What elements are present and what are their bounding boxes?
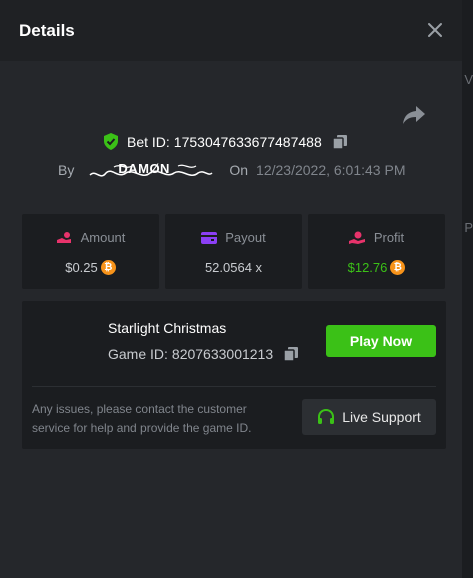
copy-icon[interactable] (331, 134, 348, 150)
verified-shield-icon (104, 133, 118, 150)
play-now-button[interactable]: Play Now (326, 325, 436, 357)
bet-author-row: By DAMØN On 12/23/2022, 6:01:43 PM (58, 160, 405, 180)
stat-label: Payout (225, 230, 266, 245)
username-text: DAMØN (118, 161, 170, 176)
bet-id-row: Bet ID: 1753047633677487488 (103, 133, 348, 150)
bet-details-modal: Details Bet ID: 1753047633677487488 By D… (0, 0, 462, 578)
live-support-button[interactable]: Live Support (302, 399, 436, 435)
game-id-label: Game ID: (108, 346, 168, 362)
bet-date: 12/23/2022, 6:01:43 PM (256, 162, 406, 178)
background-edge-text: P (464, 220, 473, 235)
bet-stats: Amount $0.25 ₿ Payout 52.0564 x Profit $… (22, 214, 445, 289)
copy-icon[interactable] (283, 346, 299, 362)
on-label: On (229, 162, 249, 178)
stat-value: $0.25 (65, 260, 98, 275)
game-card: Starlight Christmas Game ID: 82076330012… (22, 301, 446, 449)
share-icon[interactable] (402, 104, 426, 126)
profit-hand-icon (348, 231, 365, 244)
stat-amount: Amount $0.25 ₿ (22, 214, 159, 289)
bitcoin-icon: ₿ (390, 260, 406, 275)
stat-value: 52.0564 x (204, 260, 263, 275)
stat-profit: Profit $12.76 ₿ (308, 214, 445, 289)
background-edge-text: V (464, 72, 473, 87)
support-text: Any issues, please contact the customer … (32, 402, 252, 435)
wallet-icon (201, 232, 218, 244)
modal-title: Details (19, 21, 75, 40)
stat-label: Amount (80, 230, 126, 245)
bet-id-label: Bet ID: (127, 133, 170, 150)
live-support-label: Live Support (342, 409, 421, 425)
stat-value: $12.76 (347, 260, 388, 275)
stat-label: Profit (373, 230, 405, 245)
bitcoin-icon: ₿ (100, 260, 116, 275)
game-id-row: Game ID: 8207633001213 (108, 346, 299, 362)
game-name: Starlight Christmas (108, 320, 227, 336)
bet-id-value: 1753047633677487488 (173, 133, 322, 150)
username[interactable]: DAMØN (86, 160, 216, 180)
headset-icon (318, 408, 335, 424)
divider (32, 386, 436, 387)
game-id-value: 8207633001213 (171, 346, 274, 362)
by-label: By (58, 162, 75, 178)
modal-header: Details (0, 0, 462, 61)
amount-icon (56, 231, 71, 243)
close-icon[interactable] (426, 21, 444, 39)
stat-payout: Payout 52.0564 x (165, 214, 302, 289)
